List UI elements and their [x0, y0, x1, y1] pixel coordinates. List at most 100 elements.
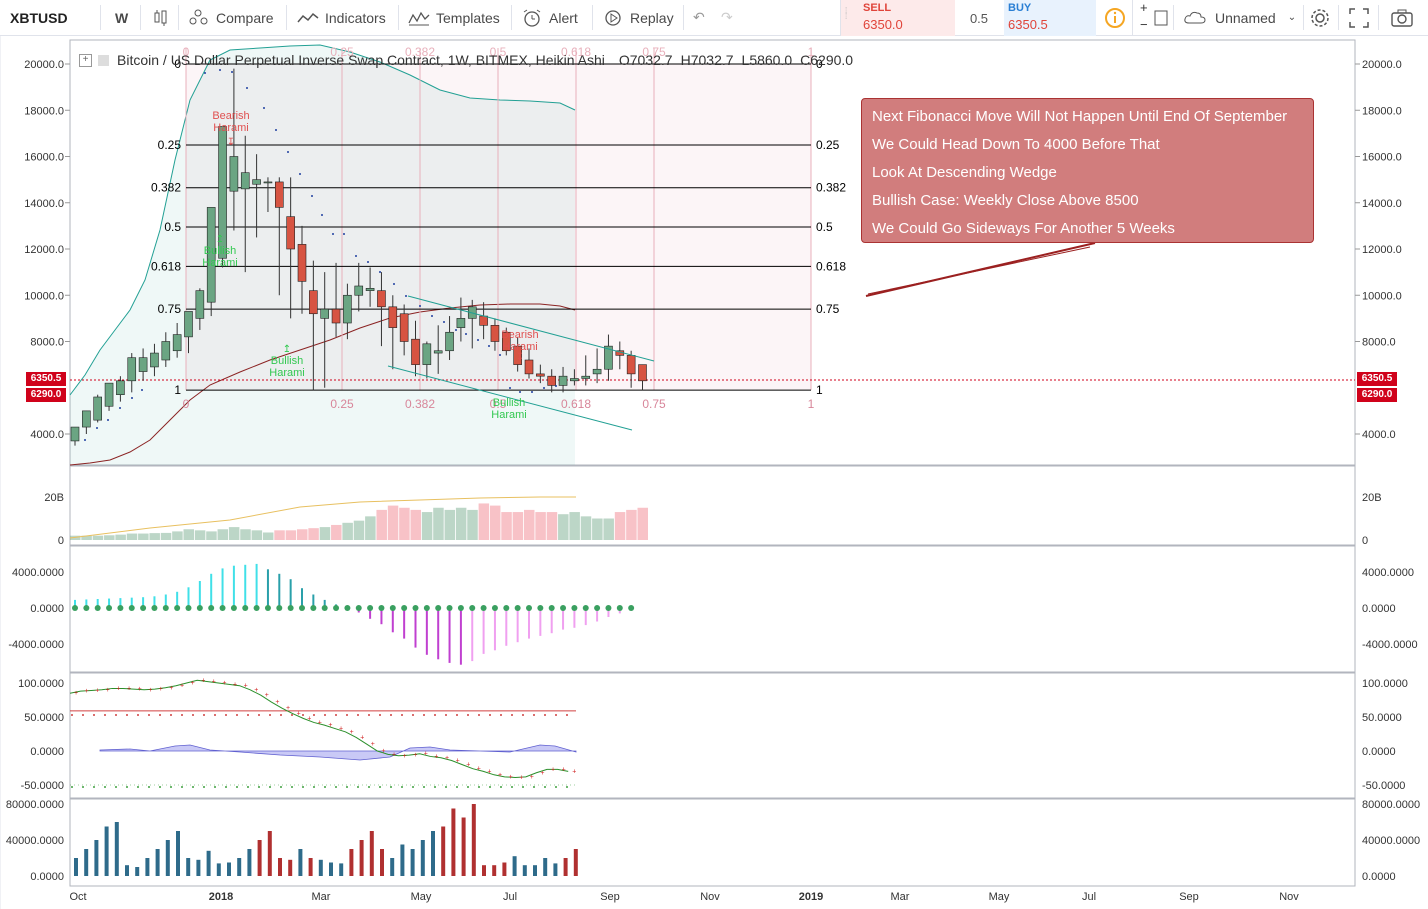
candle-body — [240, 172, 250, 190]
volume-bar — [569, 512, 580, 540]
compare-button[interactable]: Compare — [188, 0, 274, 35]
chevron-down-icon: ⌄ — [1287, 12, 1297, 23]
macd-zero-dot — [435, 605, 442, 611]
macd-zero-dot — [94, 605, 101, 611]
volume-bar — [319, 527, 331, 540]
layout-name-dropdown[interactable]: Unnamed ⌄ — [1183, 0, 1296, 35]
osc-dot — [291, 713, 293, 716]
redo-button[interactable]: ↷ — [721, 0, 733, 35]
sar-dot — [311, 195, 313, 197]
osc-signal: + — [307, 715, 311, 722]
fib-level-label-left: 0.618 — [151, 259, 181, 273]
osc-signal: + — [562, 766, 566, 773]
volume-bar — [194, 530, 206, 540]
camera-icon — [1391, 9, 1413, 27]
sar-dot — [84, 439, 86, 441]
osc-signal: + — [233, 681, 237, 688]
macd-axis-label: 4000.0000 — [1362, 567, 1414, 579]
osc-dot — [390, 786, 392, 789]
vol2-bar — [339, 863, 344, 876]
candle-body — [524, 359, 534, 375]
qty-plus-button[interactable]: + — [1140, 0, 1148, 15]
collapse-legend-icon[interactable]: + — [79, 53, 92, 67]
fib-level-label-right: 0.5 — [816, 220, 833, 234]
fib-level-label-right: 0.75 — [816, 302, 840, 316]
interval-button[interactable]: W — [115, 0, 128, 35]
note-line: Look At Descending Wedge — [872, 164, 1057, 181]
sar-dot — [531, 391, 533, 393]
sar-dot — [431, 315, 433, 317]
macd-axis-label: 0.0000 — [30, 603, 64, 615]
info-button[interactable] — [1104, 0, 1126, 35]
vol2-bar — [267, 831, 272, 876]
candle-body — [592, 368, 602, 375]
qty-minus-button[interactable]: − — [1140, 17, 1148, 32]
osc-dot — [489, 713, 491, 716]
fib-level-label-left: 0.5 — [164, 220, 181, 234]
osc-signal: + — [498, 772, 502, 779]
drag-handle-icon[interactable]: ⁞ ⁞ — [845, 7, 851, 28]
volume-bar — [626, 509, 637, 540]
interval-label: W — [115, 9, 129, 26]
volume-bar — [399, 507, 410, 540]
osc-dot — [302, 713, 304, 716]
sar-dot — [499, 354, 501, 356]
templates-button[interactable]: Templates — [408, 0, 500, 35]
bullish-harami-label: Bullish — [493, 397, 525, 409]
macd-axis-label: -4000.0000 — [1362, 639, 1418, 651]
symbol-search[interactable]: XBTUSD — [10, 0, 68, 35]
replay-button[interactable]: Replay — [602, 0, 674, 35]
snapshot-button[interactable] — [1391, 0, 1413, 35]
indicators-button[interactable]: Indicators — [297, 0, 386, 35]
osc-dot — [357, 713, 359, 716]
fullscreen-button[interactable] — [1349, 0, 1369, 35]
redo-icon: ↷ — [721, 9, 733, 25]
vol2-bar — [400, 844, 405, 876]
fib-time-label: 0.75 — [642, 397, 666, 411]
alert-button[interactable]: Alert — [521, 0, 578, 35]
bar-style-button[interactable] — [152, 0, 170, 35]
buy-label: BUY — [1008, 2, 1032, 14]
vol2-bar — [461, 817, 466, 876]
sar-dot — [275, 129, 277, 131]
text-callout-note[interactable]: Next Fibonacci Move Will Not Happen Unti… — [861, 98, 1314, 243]
callout-pointer — [867, 246, 1091, 295]
osc-signal: + — [403, 753, 407, 760]
osc-dot — [137, 713, 139, 716]
macd-zero-dot — [503, 605, 510, 611]
macd-zero-dot — [106, 605, 113, 611]
candle-body — [138, 357, 148, 372]
toolbar-divider — [592, 5, 593, 30]
osc-area — [99, 744, 577, 761]
sar-dot — [393, 283, 395, 285]
osc-dot — [203, 786, 205, 789]
macd-zero-dot — [287, 605, 294, 611]
price-axis-label-right: 4000.0 — [1362, 429, 1396, 441]
osc-dot — [478, 786, 480, 789]
volume-bar — [489, 505, 501, 540]
osc-dot — [93, 713, 95, 716]
settings-button[interactable] — [1309, 0, 1331, 35]
osc-signal: + — [95, 687, 99, 694]
macd-zero-dot — [333, 605, 340, 611]
macd-zero-dot — [389, 605, 396, 611]
osc-dot — [434, 786, 436, 789]
toolbar-divider — [140, 5, 141, 30]
macd-zero-dot — [412, 605, 419, 611]
sell-button[interactable]: SELL 6350.0 ⁞ ⁞ — [840, 0, 955, 36]
price-axis-label-right: 10000.0 — [1362, 290, 1402, 302]
macd-zero-dot — [480, 605, 487, 611]
layout-button[interactable] — [1154, 0, 1168, 35]
sar-dot — [263, 107, 265, 109]
sar-dot — [299, 173, 301, 175]
indicators-label: Indicators — [325, 9, 386, 26]
buy-button[interactable]: BUY 6350.5 — [1004, 0, 1096, 36]
vol2-bar — [247, 849, 252, 876]
undo-button[interactable]: ↶ — [693, 0, 705, 35]
osc-dot — [159, 713, 161, 716]
candle-body — [82, 410, 91, 428]
fib-level-label-right: 0.25 — [816, 138, 840, 152]
fib-level-label-left: 0.75 — [158, 302, 182, 316]
vol2-bar — [492, 865, 497, 876]
macd-zero-dot — [140, 605, 147, 611]
